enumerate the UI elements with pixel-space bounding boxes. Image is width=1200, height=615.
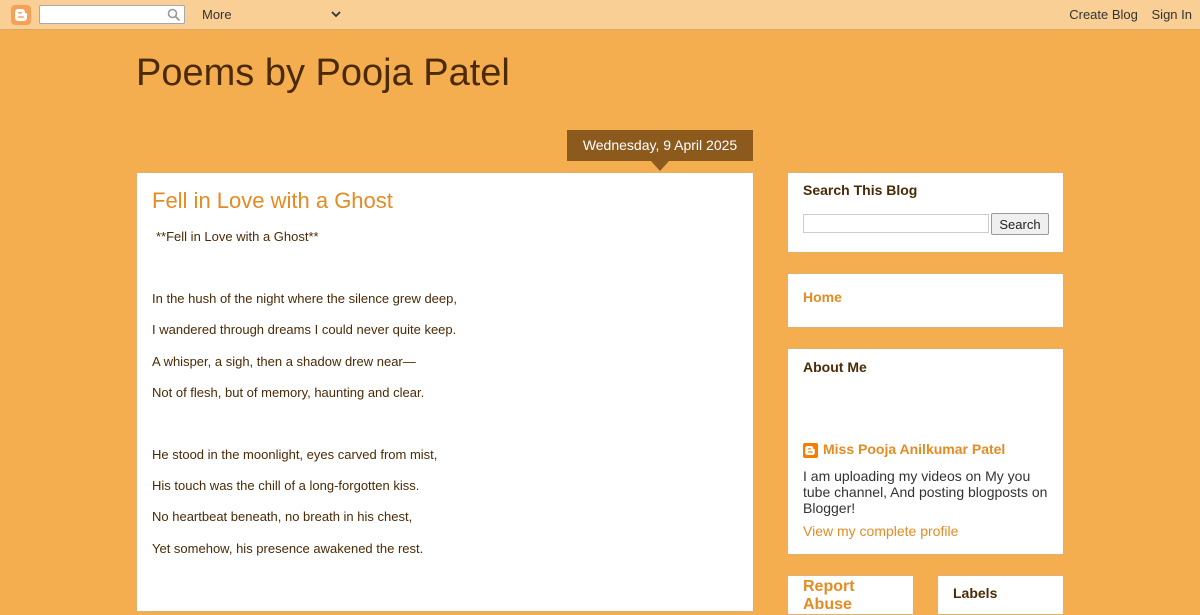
poem-line: No heartbeat beneath, no breath in his c… bbox=[152, 509, 413, 525]
post-title[interactable]: Fell in Love with a Ghost bbox=[152, 188, 393, 214]
create-blog-link[interactable]: Create Blog bbox=[1069, 7, 1138, 22]
labels-widget: Labels bbox=[937, 575, 1064, 615]
blogger-logo-icon[interactable] bbox=[11, 5, 31, 25]
about-me-heading: About Me bbox=[803, 359, 867, 375]
poem-line: His touch was the chill of a long-forgot… bbox=[152, 478, 420, 494]
blog-search-input[interactable] bbox=[803, 214, 989, 233]
poem-line: In the hush of the night where the silen… bbox=[152, 291, 457, 307]
blogger-profile-icon bbox=[803, 443, 818, 458]
search-button[interactable]: Search bbox=[991, 213, 1049, 235]
sign-in-link[interactable]: Sign In bbox=[1152, 7, 1192, 22]
stanza-break bbox=[152, 416, 732, 447]
poem-line: I wandered through dreams I could never … bbox=[152, 322, 457, 338]
pages-widget: Home bbox=[787, 273, 1064, 328]
search-widget-heading: Search This Blog bbox=[803, 182, 918, 198]
poem-line: A whisper, a sigh, then a shadow drew ne… bbox=[152, 353, 416, 369]
blog-title[interactable]: Poems by Pooja Patel bbox=[136, 52, 510, 95]
navbar-account-links: Create Blog Sign In bbox=[1059, 7, 1192, 22]
search-icon[interactable] bbox=[167, 8, 181, 22]
report-abuse-widget: Report Abuse bbox=[787, 575, 914, 615]
post-intro: **Fell in Love with a Ghost** bbox=[156, 229, 319, 244]
poem-line: He stood in the moonlight, eyes carved f… bbox=[152, 446, 438, 462]
poem-line: Not of flesh, but of memory, haunting an… bbox=[152, 384, 425, 400]
post-date-header: Wednesday, 9 April 2025 bbox=[567, 130, 753, 161]
view-profile-link[interactable]: View my complete profile bbox=[803, 523, 958, 539]
more-menu[interactable]: More bbox=[202, 7, 232, 22]
profile-description: I am uploading my videos on My you tube … bbox=[803, 468, 1048, 516]
navbar-search-input[interactable] bbox=[40, 6, 164, 24]
date-header-arrow bbox=[651, 161, 669, 171]
stanza-break bbox=[152, 260, 732, 291]
navbar-search-box bbox=[39, 5, 185, 24]
home-link[interactable]: Home bbox=[803, 289, 842, 305]
blogger-navbar: More Create Blog Sign In bbox=[0, 0, 1200, 30]
search-widget: Search This Blog Search bbox=[787, 172, 1064, 253]
profile-name-link[interactable]: Miss Pooja Anilkumar Patel bbox=[823, 441, 1005, 457]
poem-line: Yet somehow, his presence awakened the r… bbox=[152, 540, 424, 556]
labels-heading: Labels bbox=[953, 585, 998, 601]
blog-post: Fell in Love with a Ghost **Fell in Love… bbox=[136, 172, 754, 612]
about-me-widget: About Me Miss Pooja Anilkumar Patel I am… bbox=[787, 348, 1064, 555]
report-abuse-link[interactable]: Report Abuse bbox=[803, 578, 903, 614]
post-body: **Fell in Love with a Ghost** In the hus… bbox=[152, 229, 732, 572]
chevron-down-icon[interactable] bbox=[330, 8, 342, 20]
